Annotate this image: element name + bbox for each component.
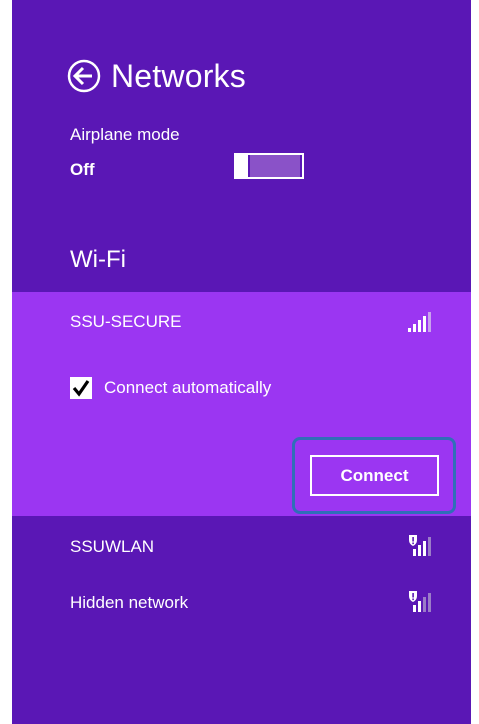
connect-automatically-label: Connect automatically bbox=[104, 378, 272, 397]
network-name: SSU-SECURE bbox=[70, 312, 182, 331]
network-name: Hidden network bbox=[70, 593, 189, 612]
back-arrow-icon[interactable] bbox=[67, 59, 101, 93]
networks-pane: Networks Airplane mode Off Wi-Fi SSU-SEC… bbox=[12, 0, 471, 724]
page-title: Networks bbox=[111, 57, 246, 94]
connect-automatically-option[interactable]: Connect automatically bbox=[70, 377, 271, 399]
airplane-mode-label: Airplane mode bbox=[70, 125, 180, 144]
toggle-thumb[interactable] bbox=[234, 153, 248, 179]
network-item-hidden-network[interactable]: Hidden network bbox=[12, 582, 471, 622]
signal-bars-icon bbox=[408, 312, 434, 332]
network-name: SSUWLAN bbox=[70, 537, 155, 556]
airplane-mode-toggle[interactable] bbox=[234, 153, 304, 179]
toggle-fill bbox=[250, 155, 300, 177]
connect-automatically-checkbox[interactable] bbox=[70, 377, 92, 399]
wifi-heading: Wi-Fi bbox=[70, 246, 126, 273]
checkmark-icon bbox=[72, 380, 90, 397]
connect-button[interactable]: Connect bbox=[310, 455, 439, 496]
signal-bars-shield-icon bbox=[408, 590, 434, 612]
network-item-ssuwlan[interactable]: SSUWLAN bbox=[12, 526, 471, 566]
networks-header: Networks bbox=[67, 56, 246, 96]
signal-bars-shield-icon bbox=[408, 534, 434, 556]
airplane-mode-state: Off bbox=[70, 160, 95, 179]
network-item-ssu-secure[interactable]: SSU-SECURE Connect automatically Connect bbox=[12, 292, 471, 516]
